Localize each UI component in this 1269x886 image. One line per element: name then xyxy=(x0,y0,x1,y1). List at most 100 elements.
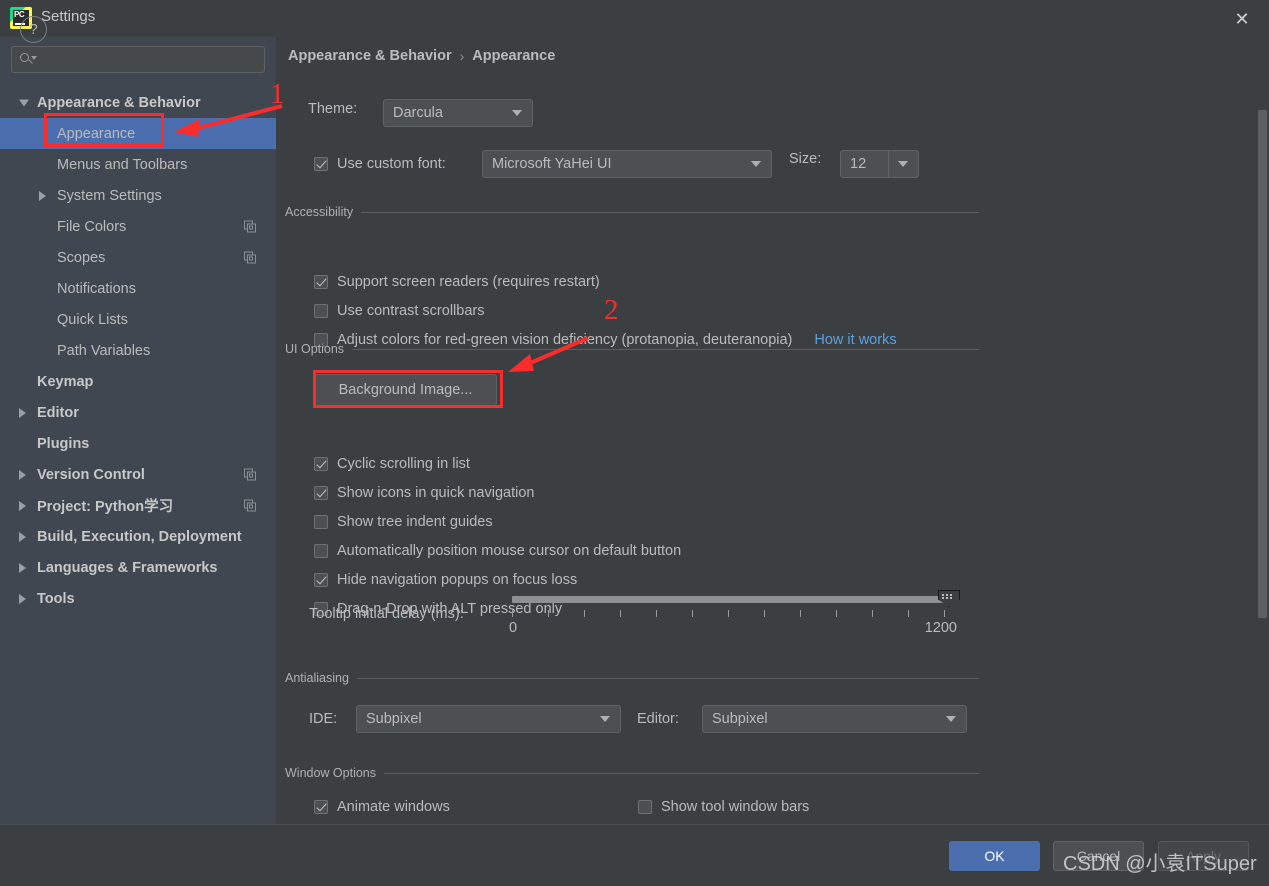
sidebar-item-label: Quick Lists xyxy=(57,311,128,328)
background-image-button[interactable]: Background Image... xyxy=(314,374,497,406)
chevron-down-icon xyxy=(946,716,956,722)
sidebar-item-version-control[interactable]: Version Control xyxy=(0,459,276,490)
close-icon[interactable]: ✕ xyxy=(1229,7,1255,31)
copy-icon[interactable] xyxy=(244,251,257,264)
breadcrumb-current: Appearance xyxy=(472,48,556,64)
window-option-0[interactable]: Animate windows xyxy=(314,799,450,815)
theme-label: Theme: xyxy=(308,101,358,117)
group-divider xyxy=(361,211,979,213)
sidebar-item-label: Menus and Toolbars xyxy=(57,156,188,173)
show-tree-indent-guides-checkbox[interactable] xyxy=(314,515,328,529)
watermark: CSDN @小袁ITSuper xyxy=(1063,853,1257,875)
sidebar-item-keymap[interactable]: Keymap xyxy=(0,366,276,397)
ui-option-1[interactable]: Show icons in quick navigation xyxy=(314,485,534,501)
copy-icon[interactable] xyxy=(244,468,257,481)
sidebar-item-label: Build, Execution, Deployment xyxy=(37,528,242,545)
antialiasing-group-title: Antialiasing xyxy=(285,671,979,685)
chevron-right-icon[interactable] xyxy=(19,593,26,604)
chevron-down-icon xyxy=(898,161,908,167)
slider-max-label: 1200 xyxy=(924,620,957,636)
use-contrast-scrollbars-checkbox[interactable] xyxy=(314,304,328,318)
sidebar-item-label: Plugins xyxy=(37,435,90,452)
font-size-label-row: Size: xyxy=(789,151,821,167)
sidebar-item-label: Version Control xyxy=(37,466,145,483)
accessibility-option-0[interactable]: Support screen readers (requires restart… xyxy=(314,274,600,290)
scrollbar-thumb[interactable] xyxy=(1258,110,1267,618)
sidebar-item-appearance[interactable]: Appearance xyxy=(0,118,276,149)
sidebar-item-build-execution-deployment[interactable]: Build, Execution, Deployment xyxy=(0,521,276,552)
support-screen-readers-checkbox[interactable] xyxy=(314,275,328,289)
slider-track[interactable] xyxy=(512,596,944,603)
font-size-select[interactable]: 12 xyxy=(840,150,919,178)
ok-button[interactable]: OK xyxy=(949,841,1040,871)
accessibility-group-title: Accessibility xyxy=(285,205,979,219)
copy-icon[interactable] xyxy=(244,499,257,512)
ui-option-3[interactable]: Automatically position mouse cursor on d… xyxy=(314,543,681,559)
search-box[interactable] xyxy=(11,46,265,73)
antialiasing-title-text: Antialiasing xyxy=(285,671,349,685)
cyclic-scrolling-checkbox[interactable] xyxy=(314,457,328,471)
chevron-right-icon[interactable] xyxy=(39,190,46,201)
chevron-right-icon[interactable] xyxy=(19,531,26,542)
sidebar-item-label: Path Variables xyxy=(57,342,151,359)
animate-windows-checkbox[interactable] xyxy=(314,800,328,814)
show-tool-window-bars-label: Show tool window bars xyxy=(661,799,810,815)
editor-antialiasing-select[interactable]: Subpixel xyxy=(702,705,967,733)
show-tool-window-bars-checkbox[interactable] xyxy=(638,800,652,814)
use-custom-font-row[interactable]: Use custom font: xyxy=(314,156,446,172)
editor-antialiasing-label: Editor: xyxy=(637,711,679,727)
custom-font-select[interactable]: Microsoft YaHei UI xyxy=(482,150,772,178)
auto-position-cursor-checkbox[interactable] xyxy=(314,544,328,558)
accessibility-option-1[interactable]: Use contrast scrollbars xyxy=(314,303,484,319)
chevron-right-icon[interactable] xyxy=(19,562,26,573)
ui-options-group-title: UI Options xyxy=(285,342,979,356)
window-title: Settings xyxy=(41,8,96,25)
main-scrollbar[interactable] xyxy=(1255,37,1269,824)
theme-row: Theme: xyxy=(308,101,357,117)
chevron-down-icon[interactable] xyxy=(19,99,29,106)
slider-min-label: 0 xyxy=(509,620,518,636)
sidebar-item-notifications[interactable]: Notifications xyxy=(0,273,276,304)
sidebar-item-label: Editor xyxy=(37,404,79,421)
use-custom-font-label: Use custom font: xyxy=(337,156,446,172)
chevron-right-icon[interactable] xyxy=(19,407,26,418)
search-input[interactable] xyxy=(36,51,264,68)
window-option-1[interactable]: Show tool window bars xyxy=(638,799,809,815)
chevron-down-icon xyxy=(512,110,522,116)
breadcrumb-parent[interactable]: Appearance & Behavior xyxy=(288,48,452,64)
sidebar-item-plugins[interactable]: Plugins xyxy=(0,428,276,459)
sidebar-item-editor[interactable]: Editor xyxy=(0,397,276,428)
sidebar-item-file-colors[interactable]: File Colors xyxy=(0,211,276,242)
sidebar-item-quick-lists[interactable]: Quick Lists xyxy=(0,304,276,335)
sidebar-item-label: Keymap xyxy=(37,373,94,390)
chevron-right-icon[interactable] xyxy=(19,500,26,511)
hide-nav-popups-checkbox[interactable] xyxy=(314,573,328,587)
auto-position-cursor-label: Automatically position mouse cursor on d… xyxy=(337,543,682,559)
copy-icon[interactable] xyxy=(244,220,257,233)
search-icon xyxy=(20,52,37,68)
sidebar-item-scopes[interactable]: Scopes xyxy=(0,242,276,273)
tooltip-delay-slider[interactable]: 0 1200 xyxy=(504,588,960,640)
ui-option-0[interactable]: Cyclic scrolling in list xyxy=(314,456,470,472)
help-button[interactable]: ? xyxy=(20,16,47,43)
annotation-number-1: 1 xyxy=(270,78,285,110)
ide-antialiasing-select[interactable]: Subpixel xyxy=(356,705,621,733)
sidebar-item-label: Appearance xyxy=(57,125,136,142)
ui-option-2[interactable]: Show tree indent guides xyxy=(314,514,493,530)
use-custom-font-checkbox[interactable] xyxy=(314,157,328,171)
sidebar-item-project-python[interactable]: Project: Python学习 xyxy=(0,490,276,521)
sidebar-item-path-variables[interactable]: Path Variables xyxy=(0,335,276,366)
slider-thumb[interactable] xyxy=(938,590,960,607)
chevron-right-icon[interactable] xyxy=(19,469,26,480)
ui-options-title-text: UI Options xyxy=(285,342,345,356)
sidebar-item-system-settings[interactable]: System Settings xyxy=(0,180,276,211)
sidebar-item-tools[interactable]: Tools xyxy=(0,583,276,614)
show-icons-quick-nav-checkbox[interactable] xyxy=(314,486,328,500)
sidebar-item-menus-and-toolbars[interactable]: Menus and Toolbars xyxy=(0,149,276,180)
sidebar-item-languages-frameworks[interactable]: Languages & Frameworks xyxy=(0,552,276,583)
ui-option-4[interactable]: Hide navigation popups on focus loss xyxy=(314,572,577,588)
settings-sidebar: Appearance & Behavior Appearance Menus and… xyxy=(0,37,276,824)
theme-select[interactable]: Darcula xyxy=(383,99,533,127)
show-tree-indent-guides-label: Show tree indent guides xyxy=(337,514,493,530)
sidebar-item-appearance-behavior[interactable]: Appearance & Behavior xyxy=(0,87,276,118)
